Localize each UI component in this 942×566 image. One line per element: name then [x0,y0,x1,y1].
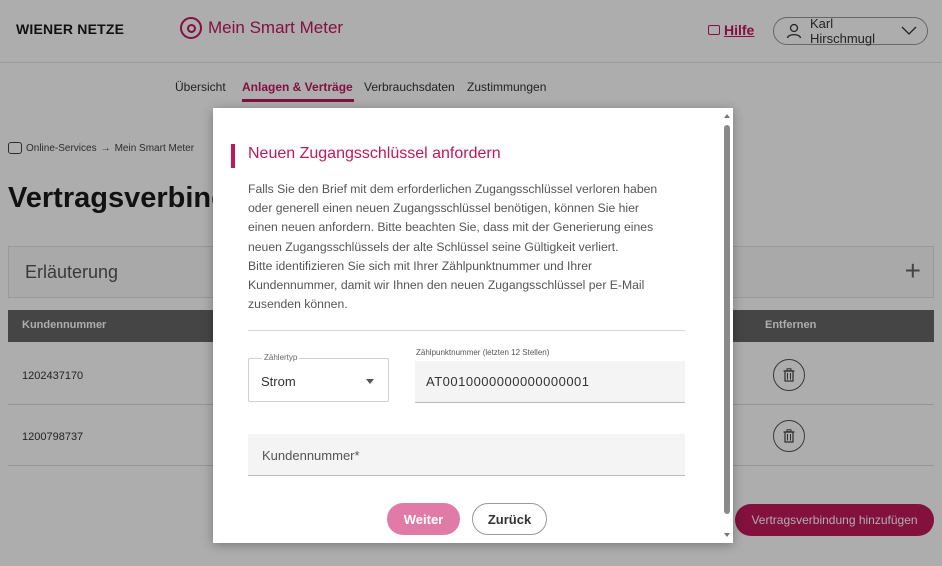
back-button[interactable]: Zurück [472,503,547,535]
dialog-description: Falls Sie den Brief mit dem erforderlich… [248,180,688,314]
metering-point-label: Zählpunktnummer (letzten 12 Stellen) [416,348,550,357]
meter-type-label: Zählertyp [262,353,300,362]
next-button[interactable]: Weiter [387,503,460,535]
divider [248,330,685,331]
dialog-scrollbar[interactable] [721,108,733,543]
description-line: oder generell einen neuen Zugangsschlüss… [248,201,639,216]
description-line: neuen Zugangsschlüssels der alte Schlüss… [248,239,619,254]
customer-number-placeholder: Kundennummer* [262,448,360,463]
description-line: einen neuen anfordern. Bitte beachten Si… [248,220,654,235]
description-line: zusenden können. [248,297,348,312]
title-accent-bar [231,144,235,168]
metering-point-value: AT0010000000000000001 [426,374,590,389]
description-line: Bitte identifizieren Sie sich mit Ihrer … [248,258,593,273]
dialog-title: Neuen Zugangsschlüssel anfordern [248,145,501,162]
customer-number-input[interactable]: Kundennummer* [248,434,685,476]
description-line: Kundennummer, damit wir Ihnen den neuen … [248,278,645,293]
caret-down-icon [366,379,374,384]
scrollbar-thumb[interactable] [724,125,730,514]
request-key-dialog: Neuen Zugangsschlüssel anfordern Falls S… [213,108,733,543]
description-line: Falls Sie den Brief mit dem erforderlich… [248,182,658,196]
meter-type-value: Strom [261,374,296,389]
metering-point-input[interactable]: AT0010000000000000001 [415,361,685,403]
scroll-down-arrow-icon[interactable] [724,533,730,537]
meter-type-select[interactable]: Zählertyp Strom [248,353,389,402]
scroll-up-arrow-icon[interactable] [724,114,730,118]
